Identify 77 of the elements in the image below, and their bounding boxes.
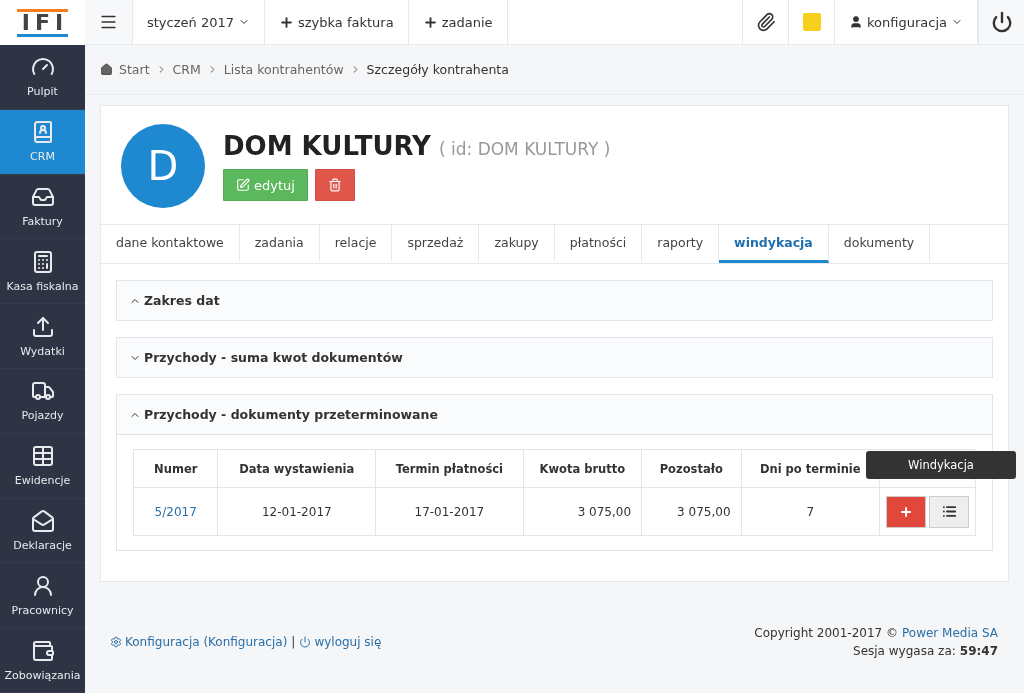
- tab[interactable]: windykacja: [719, 225, 829, 263]
- tab[interactable]: dane kontaktowe: [101, 225, 240, 263]
- edit-icon: [236, 178, 250, 192]
- table-cell: 12-01-2017: [217, 487, 376, 536]
- sidebar-item[interactable]: Faktury: [0, 174, 85, 240]
- menu-button[interactable]: [85, 0, 133, 44]
- inbox-icon: [30, 185, 55, 209]
- accordion-header[interactable]: Przychody - dokumenty przeterminowane: [117, 395, 992, 434]
- breadcrumb-link[interactable]: Lista kontrahentów: [223, 62, 344, 77]
- tab[interactable]: raporty: [642, 225, 720, 263]
- settings-link[interactable]: Konfiguracja (Konfiguracja): [110, 635, 288, 649]
- delete-button[interactable]: [314, 169, 355, 201]
- list-icon: [941, 504, 957, 519]
- column-header: Pozostało: [641, 449, 741, 488]
- power-icon: [299, 636, 312, 648]
- breadcrumb-link[interactable]: Start: [119, 62, 150, 77]
- plus-icon: [279, 14, 294, 30]
- breadcrumb-link[interactable]: Szczegóły kontrahenta: [366, 62, 509, 77]
- home-icon: [100, 63, 113, 76]
- separator: |: [291, 635, 296, 649]
- contractor-id: ( id: DOM KULTURY ): [438, 139, 611, 159]
- logout-link[interactable]: wyloguj się: [299, 635, 382, 649]
- collection-button[interactable]: [886, 495, 926, 528]
- power-button[interactable]: [978, 0, 1024, 44]
- sidebar-item[interactable]: Wydatki: [0, 304, 85, 369]
- wallet-icon: [30, 638, 55, 663]
- sidebar-item[interactable]: Pojazdy: [0, 369, 85, 434]
- breadcrumb-link[interactable]: CRM: [172, 62, 201, 77]
- plus-icon: [422, 14, 438, 30]
- document-link[interactable]: 5/2017: [154, 504, 197, 519]
- sidebar-item[interactable]: Deklaracje: [0, 498, 85, 564]
- tab[interactable]: zakupy: [479, 225, 555, 263]
- section-title: Przychody - suma kwot dokumentów: [144, 350, 403, 365]
- sticky-note-icon: [802, 13, 821, 31]
- sidebar-item[interactable]: Ewidencje: [0, 433, 85, 499]
- table-icon: [30, 444, 55, 469]
- table-cell: 7: [741, 487, 880, 536]
- logo: IFI: [16, 8, 69, 37]
- company-link[interactable]: Power Media SA: [902, 626, 998, 640]
- table-cell: 17-01-2017: [375, 487, 524, 536]
- table-cell: 3 075,00: [641, 487, 741, 536]
- plus-icon: [899, 504, 913, 519]
- table-cell: 3 075,00: [523, 487, 642, 536]
- sidebar-item[interactable]: Zobowiązania: [0, 628, 85, 693]
- upload-icon: [30, 314, 55, 339]
- envelope-icon: [30, 508, 55, 533]
- column-header: Termin płatności: [375, 449, 524, 488]
- session-label: Sesja wygasa za:: [853, 644, 956, 658]
- tooltip: Windykacja: [866, 451, 1016, 479]
- sidebar-item[interactable]: Pulpit: [0, 45, 85, 110]
- add-button[interactable]: zadanie: [408, 0, 508, 44]
- sidebar-item[interactable]: Pracownicy: [0, 563, 85, 629]
- list-button[interactable]: [929, 495, 969, 528]
- section-title: Zakres dat: [144, 293, 220, 308]
- sidebar-item[interactable]: Kasa fiskalna: [0, 239, 85, 305]
- settings-icon: [110, 636, 122, 648]
- contractor-name: DOM KULTURY: [223, 131, 431, 161]
- power-icon: [990, 11, 1013, 33]
- tab[interactable]: relacje: [319, 225, 393, 263]
- accordion-header[interactable]: Przychody - suma kwot dokumentów: [117, 338, 992, 377]
- copyright-text: Copyright 2001-2017 ©: [754, 626, 898, 640]
- section-title: Przychody - dokumenty przeterminowane: [144, 407, 438, 422]
- tab[interactable]: sprzedaż: [392, 225, 480, 263]
- paperclip-icon: [755, 12, 776, 32]
- period-dropdown[interactable]: styczeń 2017: [133, 0, 265, 44]
- column-header: Kwota brutto: [523, 449, 642, 488]
- trash-icon: [327, 178, 342, 192]
- tab[interactable]: płatności: [554, 225, 643, 263]
- add-button[interactable]: szybka faktura: [265, 0, 409, 44]
- column-header: Data wystawienia: [217, 449, 376, 488]
- tab[interactable]: zadania: [239, 225, 320, 263]
- column-header: Numer: [133, 449, 218, 488]
- accordion-header[interactable]: Zakres dat: [117, 281, 992, 320]
- avatar: D: [121, 124, 205, 208]
- session-timer: 59:47: [959, 644, 998, 658]
- tab[interactable]: dokumenty: [828, 225, 931, 263]
- user-icon: [849, 15, 863, 29]
